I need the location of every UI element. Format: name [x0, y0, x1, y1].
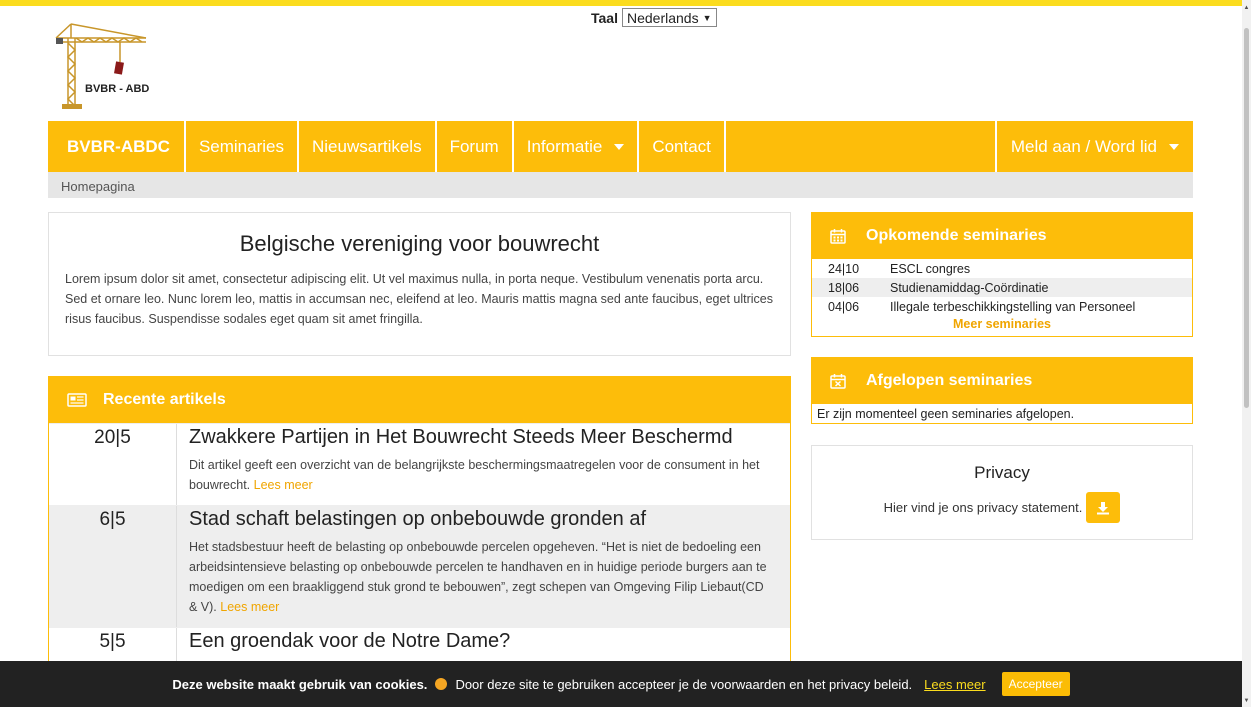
intro-card: Belgische vereniging voor bouwrecht Lore… — [48, 212, 791, 356]
breadcrumb: Homepagina — [48, 172, 1193, 198]
main-navbar: BVBR-ABDC Seminaries Nieuwsartikels Foru… — [48, 121, 1193, 172]
article-row: 6|5 Stad schaft belastingen op onbebouwd… — [49, 505, 790, 627]
scroll-up-arrow-icon[interactable]: ▲ — [1243, 4, 1250, 12]
seminar-title: Studienamiddag-Coördinatie — [890, 280, 1049, 295]
page-scrollbar[interactable]: ▲ ▼ — [1242, 0, 1251, 707]
cookie-text: Door deze site te gebruiken accepteer je… — [455, 676, 913, 692]
download-button[interactable] — [1086, 492, 1121, 523]
page-title: Belgische vereniging voor bouwrecht — [239, 231, 600, 256]
intro-text: Lorem ipsum dolor sit amet, consectetur … — [65, 272, 774, 326]
privacy-text: Hier vind je ons privacy statement. — [883, 500, 1083, 515]
article-date: 20|5 — [49, 424, 177, 505]
article-body: Stad schaft belastingen op onbebouwde gr… — [177, 506, 790, 627]
cookie-icon — [435, 678, 448, 690]
caret-down-icon — [614, 143, 625, 150]
privacy-line: Hier vind je ons privacy statement. — [812, 492, 1192, 523]
seminar-item[interactable]: 24|10 ESCL congres — [812, 259, 1192, 278]
seminar-date: 24|10 — [828, 261, 860, 276]
more-seminars-link[interactable]: Meer seminaries — [812, 317, 1192, 331]
article-body: Zwakkere Partijen in Het Bouwrecht Steed… — [177, 424, 790, 505]
logo-text: BVBR - ABDC — [85, 83, 149, 95]
scrollbar-thumb[interactable] — [1244, 28, 1249, 408]
language-selector: Taal Nederlands ▼ — [591, 8, 717, 27]
cookie-banner: Deze website maakt gebruik van cookies. … — [0, 661, 1242, 707]
recent-articles-panel: Recente artikels 20|5 Zwakkere Partijen … — [48, 376, 791, 676]
nav-item-nieuwsartikels[interactable]: Nieuwsartikels — [299, 121, 437, 172]
privacy-title: Privacy — [974, 463, 1030, 482]
caret-down-icon — [1169, 143, 1179, 150]
nav-item-informatie-label: Informatie — [526, 136, 603, 156]
recent-articles-title: Recente artikels — [103, 391, 226, 408]
privacy-card: Privacy Hier vind je ons privacy stateme… — [811, 445, 1193, 540]
past-seminars-title: Afgelopen seminaries — [866, 372, 1033, 389]
cookie-read-more-link[interactable]: Lees meer — [924, 677, 985, 692]
article-title[interactable]: Zwakkere Partijen in Het Bouwrecht Steed… — [189, 426, 768, 449]
article-text: Het stadsbestuur heeft de belasting op o… — [189, 537, 768, 617]
article-title[interactable]: Een groendak voor de Notre Dame? — [189, 630, 768, 653]
nav-spacer — [726, 121, 997, 172]
upcoming-seminars-header: Opkomende seminaries — [812, 213, 1192, 259]
upcoming-seminars-title: Opkomende seminaries — [866, 227, 1047, 244]
accept-cookies-button[interactable]: Accepteer — [1001, 672, 1070, 696]
nav-item-informatie[interactable]: Informatie — [514, 121, 640, 172]
article-row: 20|5 Zwakkere Partijen in Het Bouwrecht … — [49, 423, 790, 505]
breadcrumb-home[interactable]: Homepagina — [61, 179, 135, 194]
nav-item-contact[interactable]: Contact — [639, 121, 726, 172]
past-seminars-panel: Afgelopen seminaries Er zijn momenteel g… — [811, 357, 1193, 424]
seminar-date: 04|06 — [828, 299, 860, 314]
calendar-icon — [830, 228, 850, 244]
seminar-date: 18|06 — [828, 280, 860, 295]
read-more-link[interactable]: Lees meer — [254, 478, 313, 492]
article-title[interactable]: Stad schaft belastingen op onbebouwde gr… — [189, 508, 768, 531]
past-seminars-message: Er zijn momenteel geen seminaries afgelo… — [817, 407, 1075, 421]
seminar-list: 24|10 ESCL congres 18|06 Studienamiddag-… — [812, 259, 1192, 316]
nav-item-register[interactable]: Meld aan / Word lid — [997, 121, 1193, 172]
top-accent-bar — [0, 0, 1242, 6]
recent-articles-header: Recente artikels — [49, 377, 790, 423]
seminar-item[interactable]: 04|06 Illegale terbeschikkingstelling va… — [812, 297, 1192, 316]
nav-item-forum[interactable]: Forum — [437, 121, 514, 172]
language-selected: Nederlands — [626, 9, 699, 26]
nav-item-register-label: Meld aan / Word lid — [1010, 136, 1157, 156]
past-seminars-header: Afgelopen seminaries — [812, 358, 1192, 404]
article-date: 6|5 — [49, 506, 177, 627]
nav-item-seminaries[interactable]: Seminaries — [186, 121, 299, 172]
crane-logo-icon: BVBR - ABDC — [55, 23, 157, 109]
download-icon — [1097, 501, 1110, 514]
seminar-title: ESCL congres — [890, 261, 971, 276]
seminar-item[interactable]: 18|06 Studienamiddag-Coördinatie — [812, 278, 1192, 297]
site-logo[interactable]: BVBR - ABDC — [54, 18, 157, 110]
calendar-x-icon — [830, 373, 850, 389]
cookie-bold-text: Deze website maakt gebruik van cookies. — [172, 676, 428, 692]
read-more-link[interactable]: Lees meer — [220, 600, 279, 614]
language-select[interactable]: Nederlands ▼ — [621, 8, 717, 27]
nav-brand[interactable]: BVBR-ABDC — [48, 121, 186, 172]
seminar-title: Illegale terbeschikkingstelling van Pers… — [890, 299, 1136, 314]
scroll-down-arrow-icon[interactable]: ▼ — [1243, 697, 1250, 705]
language-label: Taal — [591, 9, 618, 26]
article-text: Dit artikel geeft een overzicht van de b… — [189, 455, 768, 495]
newspaper-icon — [67, 393, 87, 407]
upcoming-seminars-panel: Opkomende seminaries 24|10 ESCL congres … — [811, 212, 1193, 337]
dropdown-arrow-icon: ▼ — [702, 12, 712, 23]
